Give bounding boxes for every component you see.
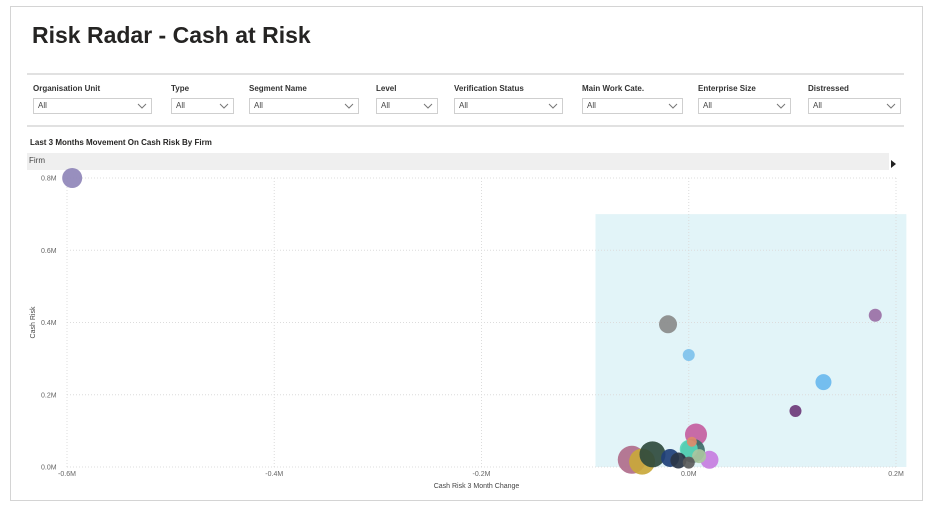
data-point[interactable] <box>868 308 882 322</box>
x-tick-label: 0.2M <box>888 471 904 478</box>
data-point[interactable] <box>639 441 666 468</box>
x-tick-label: -0.4M <box>265 471 283 478</box>
data-point[interactable] <box>682 456 695 469</box>
y-tick-label: 0.8M <box>41 176 57 183</box>
x-axis-label: Cash Risk 3 Month Change <box>434 483 520 490</box>
data-point[interactable] <box>815 374 832 391</box>
y-tick-label: 0.2M <box>41 392 57 399</box>
y-tick-label: 0.6M <box>41 248 57 255</box>
x-tick-label: 0.0M <box>681 471 697 478</box>
y-axis-label: Cash Risk <box>30 306 37 338</box>
x-tick-label: -0.2M <box>473 471 491 478</box>
data-point[interactable] <box>682 349 695 362</box>
highlight-region <box>595 214 907 467</box>
x-tick-label: -0.6M <box>58 471 76 478</box>
scatter-chart[interactable]: -0.6M -0.4M -0.2M 0.0M 0.2M 0.0M 0.2M 0.4M 0.6M 0… <box>0 0 930 505</box>
y-tick-label: 0.4M <box>41 320 57 327</box>
data-point[interactable] <box>62 168 83 188</box>
data-point[interactable] <box>659 315 678 334</box>
data-point[interactable] <box>789 405 802 418</box>
data-point[interactable] <box>686 436 697 447</box>
y-tick-label: 0.0M <box>41 465 57 472</box>
